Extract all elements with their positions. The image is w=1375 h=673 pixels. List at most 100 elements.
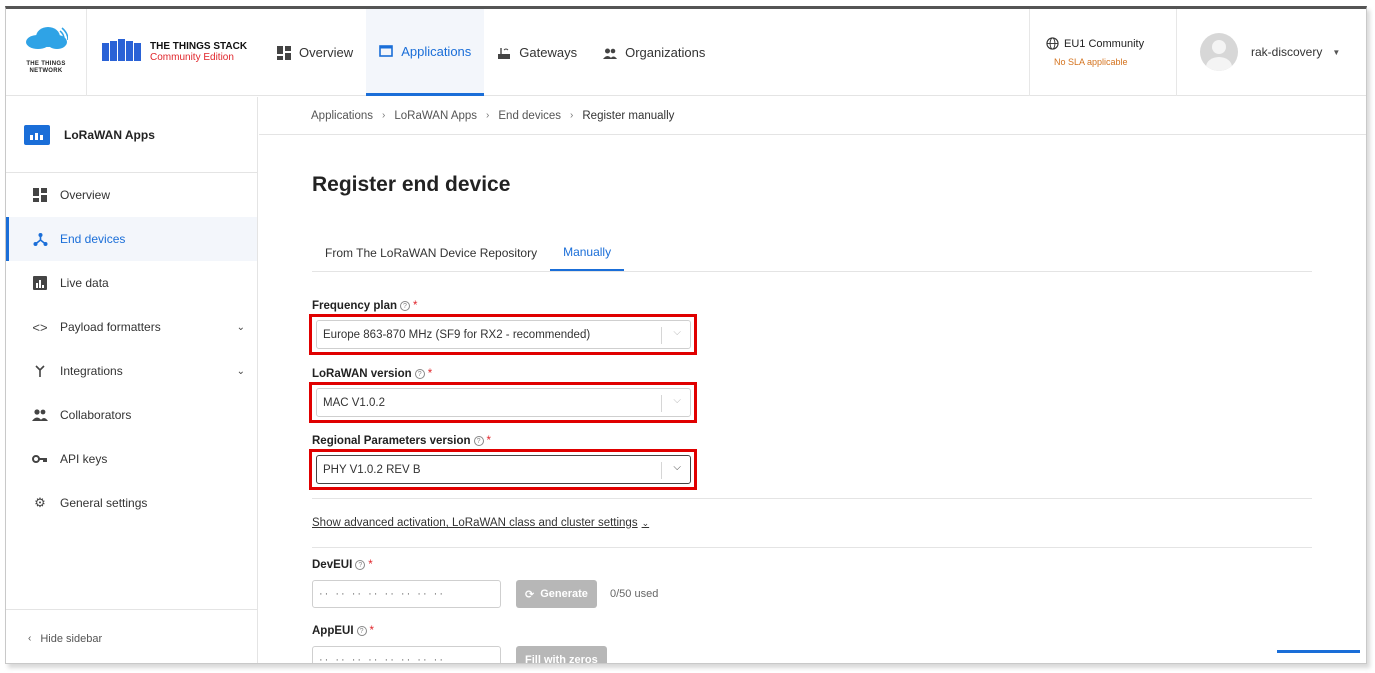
cloud-icon — [26, 27, 68, 49]
chevron-right-icon: › — [486, 110, 490, 121]
generate-label: Generate — [540, 588, 588, 600]
people-icon — [32, 407, 48, 423]
chevron-down-icon[interactable]: ⌵ — [673, 327, 681, 338]
help-icon[interactable]: ? — [355, 560, 366, 570]
highlight-box: Europe 863-870 MHz (SF9 for RX2 - recomm… — [309, 314, 697, 355]
advanced-settings-link[interactable]: Show advanced activation, LoRaWAN class … — [312, 517, 649, 529]
breadcrumb-item[interactable]: Applications — [311, 110, 373, 122]
globe-icon — [1046, 37, 1059, 50]
nav-organizations[interactable]: Organizations — [590, 9, 718, 96]
required-marker: * — [486, 435, 491, 447]
nav-gateways[interactable]: Gateways — [484, 9, 590, 96]
sidebar-item-live-data[interactable]: Live data — [6, 261, 257, 305]
tts-edition: Community Edition — [150, 52, 234, 63]
tts-title: THE THINGS STACK — [150, 41, 248, 52]
chevron-down-icon[interactable]: ⌄ — [237, 366, 245, 377]
select-value: PHY V1.0.2 REV B — [323, 463, 421, 476]
key-icon — [32, 451, 48, 467]
generate-button[interactable]: ⟳ Generate — [516, 580, 597, 608]
field-label-text: Frequency plan — [312, 300, 397, 312]
chevron-down-icon[interactable]: ⌵ — [673, 462, 681, 473]
user-menu[interactable]: rak-discovery ▼ — [1200, 33, 1340, 71]
lorawan-version-label: LoRaWAN version ? * — [312, 368, 432, 380]
nav-label: Organizations — [625, 45, 706, 60]
select-value: MAC V1.0.2 — [323, 396, 385, 409]
nav-label: Applications — [401, 43, 472, 59]
devices-icon — [32, 231, 48, 247]
required-marker: * — [427, 368, 433, 380]
fill-zeros-label: Fill with zeros — [525, 654, 598, 664]
chevron-down-icon[interactable]: ⌵ — [673, 395, 681, 406]
sidebar-item-label: Payload formatters — [60, 320, 161, 334]
nav-applications[interactable]: Applications — [366, 9, 485, 96]
main-nav: Overview Applications Gateways Organizat… — [264, 9, 718, 96]
chevron-down-icon: ⌄ — [641, 518, 650, 528]
sidebar-item-end-devices[interactable]: End devices — [6, 217, 257, 261]
sidebar-item-integrations[interactable]: Integrations ⌄ — [6, 349, 257, 393]
dev-eui-label: DevEUI ? * — [312, 559, 373, 571]
ttn-logo[interactable]: THE THINGS NETWORK — [18, 21, 78, 81]
breadcrumb-item[interactable]: LoRaWAN Apps — [394, 110, 477, 122]
user-name: rak-discovery — [1251, 45, 1323, 59]
header-divider — [1029, 9, 1030, 96]
app-header[interactable]: LoRaWAN Apps — [6, 97, 257, 173]
header-divider — [86, 9, 87, 96]
ttn-logo-text: THE THINGS NETWORK — [26, 61, 66, 74]
region-name: EU1 Community — [1064, 37, 1145, 50]
merge-icon — [32, 363, 48, 379]
help-icon[interactable]: ? — [400, 301, 410, 311]
sidebar-item-overview[interactable]: Overview — [6, 173, 257, 217]
required-marker: * — [368, 559, 373, 571]
sidebar-item-label: Collaborators — [60, 408, 132, 422]
top-header: THE THINGS NETWORK THE THINGS STACK Comm… — [6, 9, 1366, 96]
people-icon — [603, 48, 618, 59]
chevron-right-icon: › — [570, 110, 574, 121]
chevron-down-icon[interactable]: ⌄ — [237, 322, 245, 333]
select-divider — [661, 462, 662, 479]
breadcrumb-current: Register manually — [582, 109, 675, 122]
help-icon[interactable]: ? — [356, 626, 367, 636]
dev-eui-input[interactable]: ·· ·· ·· ·· ·· ·· ·· ·· — [312, 580, 501, 608]
caret-down-icon: ▼ — [1332, 47, 1341, 57]
registration-tabs: From The LoRaWAN Device Repository Manua… — [312, 235, 1312, 272]
field-label-text: Regional Parameters version — [312, 435, 471, 447]
app-eui-label: AppEUI ? * — [312, 625, 374, 637]
field-label-text: DevEUI — [312, 559, 353, 571]
usage-count: 0/50 used — [610, 588, 659, 600]
frequency-plan-select[interactable]: Europe 863-870 MHz (SF9 for RX2 - recomm… — [316, 320, 691, 349]
app-name: LoRaWAN Apps — [64, 127, 155, 142]
nav-label: Gateways — [519, 45, 578, 60]
sidebar-item-label: Live data — [60, 276, 109, 290]
fill-zeros-button[interactable]: Fill with zeros — [516, 646, 607, 664]
sidebar-item-api-keys[interactable]: API keys — [6, 437, 257, 481]
scroll-indicator — [1277, 650, 1360, 653]
divider — [312, 498, 1312, 499]
help-icon[interactable]: ? — [473, 436, 484, 446]
app-icon — [24, 124, 50, 145]
sidebar: LoRaWAN Apps Overview End devices Live d… — [6, 97, 258, 663]
sidebar-item-label: Overview — [60, 188, 111, 202]
breadcrumb: Applications › LoRaWAN Apps › End device… — [259, 97, 1366, 135]
hide-sidebar-label: Hide sidebar — [40, 632, 103, 645]
sidebar-item-label: End devices — [60, 232, 126, 246]
sidebar-item-payload-formatters[interactable]: <> Payload formatters ⌄ — [6, 305, 257, 349]
regional-params-select[interactable]: PHY V1.0.2 REV B ⌵ — [316, 455, 691, 484]
tab-device-repository[interactable]: From The LoRaWAN Device Repository — [312, 235, 550, 271]
region-selector[interactable]: EU1 Community No SLA applicable — [1046, 37, 1176, 67]
lorawan-version-select[interactable]: MAC V1.0.2 ⌵ — [316, 388, 691, 417]
highlight-box: MAC V1.0.2 ⌵ — [309, 382, 697, 423]
help-icon[interactable]: ? — [414, 369, 425, 379]
sidebar-item-label: Integrations — [60, 364, 123, 378]
select-value: Europe 863-870 MHz (SF9 for RX2 - recomm… — [323, 328, 591, 341]
required-marker: * — [413, 300, 418, 312]
sidebar-item-collaborators[interactable]: Collaborators — [6, 393, 257, 437]
avatar — [1200, 33, 1238, 71]
app-eui-input[interactable]: ·· ·· ·· ·· ·· ·· ·· ·· — [312, 646, 501, 663]
breadcrumb-item[interactable]: End devices — [498, 110, 561, 122]
tab-manually[interactable]: Manually — [550, 235, 625, 271]
hide-sidebar-button[interactable]: ‹ Hide sidebar — [6, 609, 258, 663]
nav-overview[interactable]: Overview — [264, 9, 366, 96]
chevron-right-icon: › — [382, 110, 386, 121]
refresh-icon: ⟳ — [525, 588, 535, 601]
sidebar-item-general-settings[interactable]: ⚙ General settings — [6, 481, 257, 525]
